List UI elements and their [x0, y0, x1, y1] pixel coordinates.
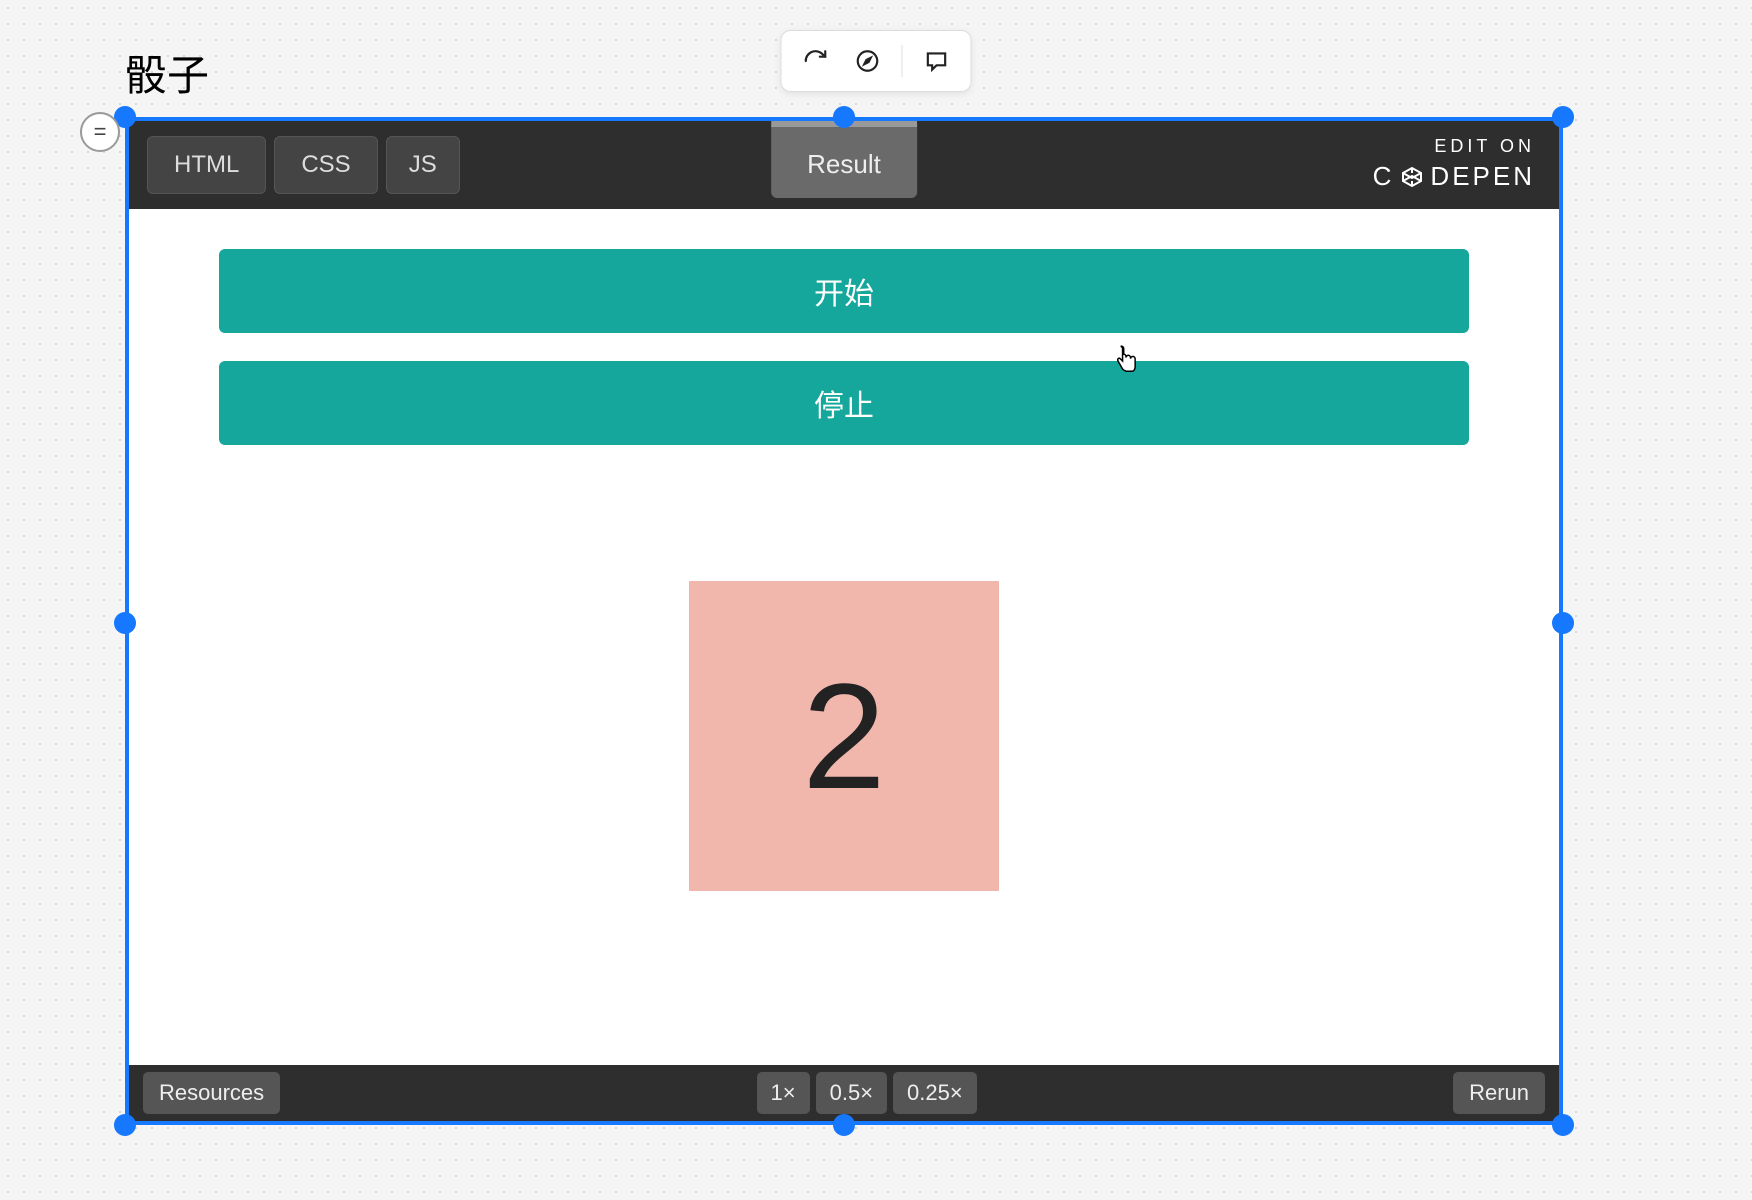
page-title: 骰子	[125, 42, 209, 103]
zoom-group: 1× 0.5× 0.25×	[757, 1072, 977, 1114]
zoom-025x[interactable]: 0.25×	[893, 1072, 977, 1114]
floating-toolbar	[781, 30, 972, 92]
codepen-embed-frame: HTML CSS JS Result EDIT ON C DEPEN 开始 停止…	[125, 117, 1563, 1125]
edit-on-label: EDIT ON	[1373, 135, 1535, 158]
zoom-1x[interactable]: 1×	[757, 1072, 810, 1114]
tab-js[interactable]: JS	[386, 136, 460, 194]
zoom-05x[interactable]: 0.5×	[816, 1072, 887, 1114]
stop-button[interactable]: 停止	[219, 361, 1469, 445]
selection-handle-bm[interactable]	[833, 1114, 855, 1136]
edit-on-codepen-link[interactable]: EDIT ON C DEPEN	[1373, 135, 1535, 194]
compass-icon[interactable]	[846, 39, 890, 83]
dice-value: 2	[802, 650, 885, 823]
codepen-logo: C DEPEN	[1373, 160, 1535, 194]
selection-handle-tm[interactable]	[833, 106, 855, 128]
tab-html[interactable]: HTML	[147, 136, 266, 194]
rerun-button[interactable]: Rerun	[1453, 1072, 1545, 1114]
selection-handle-br[interactable]	[1552, 1114, 1574, 1136]
selection-handle-mr[interactable]	[1552, 612, 1574, 634]
codepen-footer: Resources 1× 0.5× 0.25× Rerun	[129, 1065, 1559, 1121]
codepen-cube-icon	[1400, 165, 1424, 189]
comment-icon[interactable]	[915, 39, 959, 83]
selection-handle-tr[interactable]	[1552, 106, 1574, 128]
selection-handle-bl[interactable]	[114, 1114, 136, 1136]
dice-display: 2	[689, 581, 999, 891]
tab-result[interactable]: Result	[771, 121, 917, 198]
result-pane: 开始 停止 2	[129, 209, 1559, 1065]
tab-css[interactable]: CSS	[274, 136, 377, 194]
resources-button[interactable]: Resources	[143, 1072, 280, 1114]
toolbar-divider	[902, 45, 903, 77]
refresh-icon[interactable]	[794, 39, 838, 83]
drag-handle-icon: =	[94, 121, 107, 143]
drag-handle-badge[interactable]: =	[80, 112, 120, 152]
codepen-header: HTML CSS JS Result EDIT ON C DEPEN	[129, 121, 1559, 209]
selection-handle-ml[interactable]	[114, 612, 136, 634]
start-button[interactable]: 开始	[219, 249, 1469, 333]
